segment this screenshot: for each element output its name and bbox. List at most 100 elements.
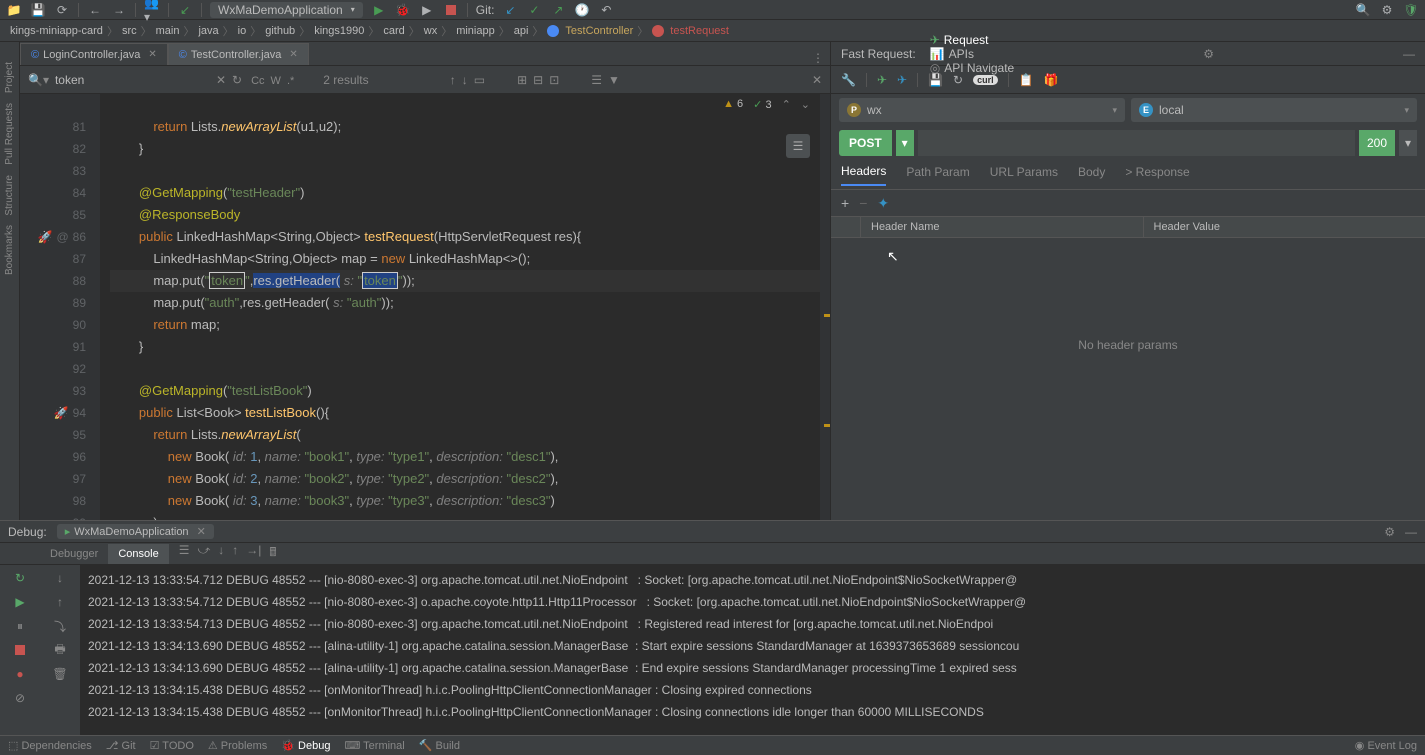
request-tab---response[interactable]: > Response [1125, 165, 1189, 185]
shield-icon[interactable]: 🛡 [1403, 2, 1419, 18]
git-push-icon[interactable]: ↗ [550, 2, 566, 18]
breadcrumb-item[interactable]: main [156, 25, 180, 37]
gift-icon[interactable]: 🎁 [1044, 73, 1059, 87]
back-icon[interactable]: ← [87, 2, 103, 18]
retry-icon[interactable]: ↻ [953, 73, 963, 87]
code-line[interactable]: } [110, 138, 830, 160]
close-find-icon[interactable]: ✕ [812, 73, 822, 87]
structure-popup-icon[interactable]: ☰ [786, 134, 810, 158]
bottom-tab-git[interactable]: ⎇ Git [106, 739, 136, 752]
fast-request-tab-request[interactable]: ✈Request [930, 33, 1015, 47]
code-editor[interactable]: 8182838485🚀@8687888990919293🚀94959697989… [20, 94, 830, 520]
stop-debug-icon[interactable] [15, 645, 25, 655]
code-line[interactable]: map.put("auth",res.getHeader( s: "auth")… [110, 292, 830, 314]
breadcrumb-item[interactable]: github [265, 25, 295, 37]
breadcrumb-item[interactable]: api [514, 25, 529, 37]
evaluate-icon[interactable]: 🖩 [269, 543, 276, 564]
code-line[interactable]: new Book( id: 1, name: "book1", type: "t… [110, 446, 830, 468]
refresh-icon[interactable]: ⟳ [54, 2, 70, 18]
env-selector[interactable]: Elocal [1131, 98, 1417, 122]
print-icon[interactable]: 🖶 [51, 641, 69, 659]
breadcrumb-class[interactable]: TestController [565, 25, 633, 37]
scroll-icon[interactable]: ⤵ [51, 617, 69, 635]
tool-window-pull requests[interactable]: Pull Requests [4, 103, 15, 165]
save-request-icon[interactable]: 💾 [928, 73, 943, 87]
request-tab-body[interactable]: Body [1078, 165, 1105, 185]
bottom-tab-dependencies[interactable]: ⬚ Dependencies [8, 739, 92, 752]
rocket-icon[interactable]: 🚀 [38, 226, 53, 248]
code-line[interactable]: public List<Book> testListBook(){ [110, 402, 830, 424]
save-icon[interactable]: 💾 [30, 2, 46, 18]
breadcrumb-item[interactable]: kings1990 [314, 25, 364, 37]
http-method-selector[interactable]: POST [839, 130, 892, 156]
git-pull-icon[interactable]: ↙ [502, 2, 518, 18]
tool-window-project[interactable]: Project [4, 62, 15, 93]
curl-icon[interactable]: curl [973, 75, 998, 85]
mute-breakpoints-icon[interactable]: ⊘ [11, 689, 29, 707]
code-line[interactable]: } [110, 336, 830, 358]
fast-request-tab-apis[interactable]: 📊APIs [930, 47, 1015, 61]
thread-dump-icon[interactable]: ☰ [179, 543, 190, 564]
breadcrumb-item[interactable]: java [198, 25, 218, 37]
run-to-cursor-icon[interactable]: →| [246, 543, 261, 564]
rerun-icon[interactable]: ↻ [11, 569, 29, 587]
stop-icon[interactable] [446, 5, 456, 15]
code-line[interactable]: return Lists.newArrayList(u1,u2); [110, 116, 830, 138]
code-line[interactable] [110, 358, 830, 380]
bottom-tab-debug[interactable]: 🐞 Debug [281, 739, 330, 752]
remove-selection-icon[interactable]: ⊟ [533, 73, 543, 87]
git-commit-icon[interactable]: ✓ [526, 2, 542, 18]
bottom-tab-terminal[interactable]: ⌨ Terminal [344, 739, 404, 752]
code-line[interactable] [110, 94, 830, 116]
warnings-indicator[interactable]: ▲ 6 [723, 98, 743, 111]
code-line[interactable]: new Book( id: 3, name: "book3", type: "t… [110, 490, 830, 512]
next-match-icon[interactable]: ↓ [462, 73, 468, 87]
prev-match-icon[interactable]: ↑ [450, 73, 456, 87]
checks-indicator[interactable]: ✓ 3 [753, 98, 771, 111]
users-icon[interactable]: 👥▾ [144, 2, 160, 18]
rocket-icon[interactable]: 🚀 [54, 402, 69, 424]
minimize-icon[interactable]: — [1405, 525, 1417, 539]
up-icon[interactable]: ↑ [51, 593, 69, 611]
filter-icon[interactable]: ☰ [591, 73, 602, 87]
run-config-selector[interactable]: WxMaDemoApplication [210, 2, 363, 18]
debug-tab-debugger[interactable]: Debugger [40, 544, 108, 564]
minimize-icon[interactable]: — [1403, 47, 1415, 61]
history-icon[interactable]: ↻ [232, 73, 242, 87]
chevron-down-icon[interactable]: ⌄ [801, 98, 810, 111]
method-dropdown-icon[interactable]: ▾ [896, 130, 914, 156]
code-line[interactable]: public LinkedHashMap<String,Object> test… [110, 226, 830, 248]
code-line[interactable] [110, 160, 830, 182]
code-line[interactable]: @ResponseBody [110, 204, 830, 226]
pause-icon[interactable]: ⏸ [11, 617, 29, 635]
url-input[interactable] [918, 130, 1355, 156]
search-input[interactable] [55, 73, 210, 87]
git-rollback-icon[interactable]: ↶ [598, 2, 614, 18]
doc-icon[interactable]: 📋 [1019, 73, 1034, 87]
forward-icon[interactable]: → [111, 2, 127, 18]
close-tab-icon[interactable]: ✕ [148, 49, 156, 60]
gear-icon[interactable]: ⚙ [1384, 525, 1395, 539]
request-tab-headers[interactable]: Headers [841, 164, 886, 186]
clear-search-icon[interactable]: ✕ [216, 73, 226, 87]
bottom-tab-todo[interactable]: ☑ TODO [150, 739, 194, 752]
editor-tab[interactable]: ©TestController.java✕ [168, 43, 309, 65]
bottom-tab-problems[interactable]: ⚠ Problems [208, 739, 267, 752]
wrench-icon[interactable]: 🔧 [841, 73, 856, 87]
code-line[interactable]: ); [110, 512, 830, 520]
request-tab-path-param[interactable]: Path Param [906, 165, 969, 185]
magic-icon[interactable]: ✦ [877, 195, 889, 212]
code-line[interactable]: LinkedHashMap<String,Object> map = new L… [110, 248, 830, 270]
clear-icon[interactable]: 🗑 [51, 665, 69, 683]
send-download-icon[interactable]: ✈ [897, 73, 907, 87]
debug-icon[interactable]: 🐞 [395, 2, 411, 18]
vcs-up-icon[interactable]: ↙ [177, 2, 193, 18]
select-occurrences-icon[interactable]: ⊡ [549, 73, 559, 87]
tool-window-structure[interactable]: Structure [4, 175, 15, 216]
at-icon[interactable]: @ [56, 226, 68, 248]
add-selection-icon[interactable]: ⊞ [517, 73, 527, 87]
code-line[interactable]: @GetMapping("testListBook") [110, 380, 830, 402]
code-line[interactable]: map.put("token",res.getHeader( s: "token… [110, 270, 830, 292]
code-line[interactable]: return map; [110, 314, 830, 336]
more-tabs-icon[interactable]: ⋮ [806, 51, 830, 65]
